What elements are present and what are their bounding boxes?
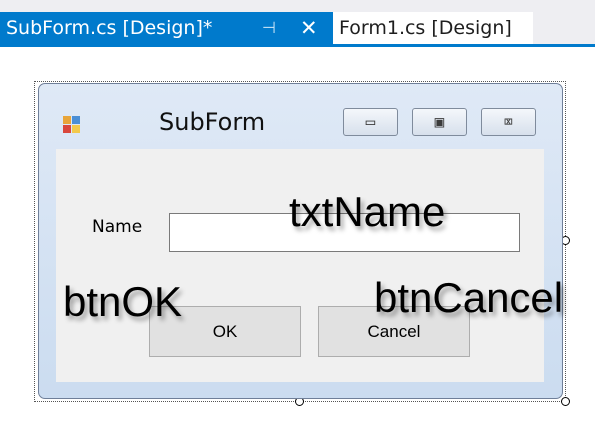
- btncancel-callout: btnCancel: [374, 274, 564, 321]
- name-label: Name: [92, 217, 143, 237]
- maximize-icon: ▣: [434, 112, 445, 131]
- resize-handle-bottom-right[interactable]: [561, 397, 570, 406]
- close-window-button[interactable]: ⌧: [481, 108, 536, 136]
- close-icon[interactable]: ✕: [300, 12, 318, 44]
- txtname-callout: txtName: [289, 188, 446, 235]
- tab-form1-design[interactable]: Form1.cs [Design]: [333, 12, 533, 44]
- pin-icon[interactable]: ⊣: [262, 12, 276, 44]
- close-window-icon: ⌧: [503, 112, 514, 131]
- form-client-area: Name OK Cancel: [56, 149, 544, 382]
- tab-subform-label: SubForm.cs [Design]*: [6, 17, 213, 39]
- tab-subform-design[interactable]: SubForm.cs [Design]* ⊣ ✕: [0, 12, 333, 44]
- minimize-icon: ▭: [365, 112, 376, 131]
- minimize-button[interactable]: ▭: [343, 108, 398, 136]
- document-tab-strip: SubForm.cs [Design]* ⊣ ✕ Form1.cs [Desig…: [0, 0, 595, 44]
- tab-form1-label: Form1.cs [Design]: [339, 17, 512, 39]
- form-app-icon: [63, 116, 81, 134]
- designer-surface[interactable]: SubForm ▭ ▣ ⌧ Name OK Cancel txtName btn…: [0, 47, 595, 439]
- btnok-callout: btnOK: [63, 278, 183, 325]
- maximize-button[interactable]: ▣: [412, 108, 467, 136]
- form-title: SubForm: [159, 108, 266, 136]
- subform-window[interactable]: SubForm ▭ ▣ ⌧ Name OK Cancel: [38, 83, 563, 399]
